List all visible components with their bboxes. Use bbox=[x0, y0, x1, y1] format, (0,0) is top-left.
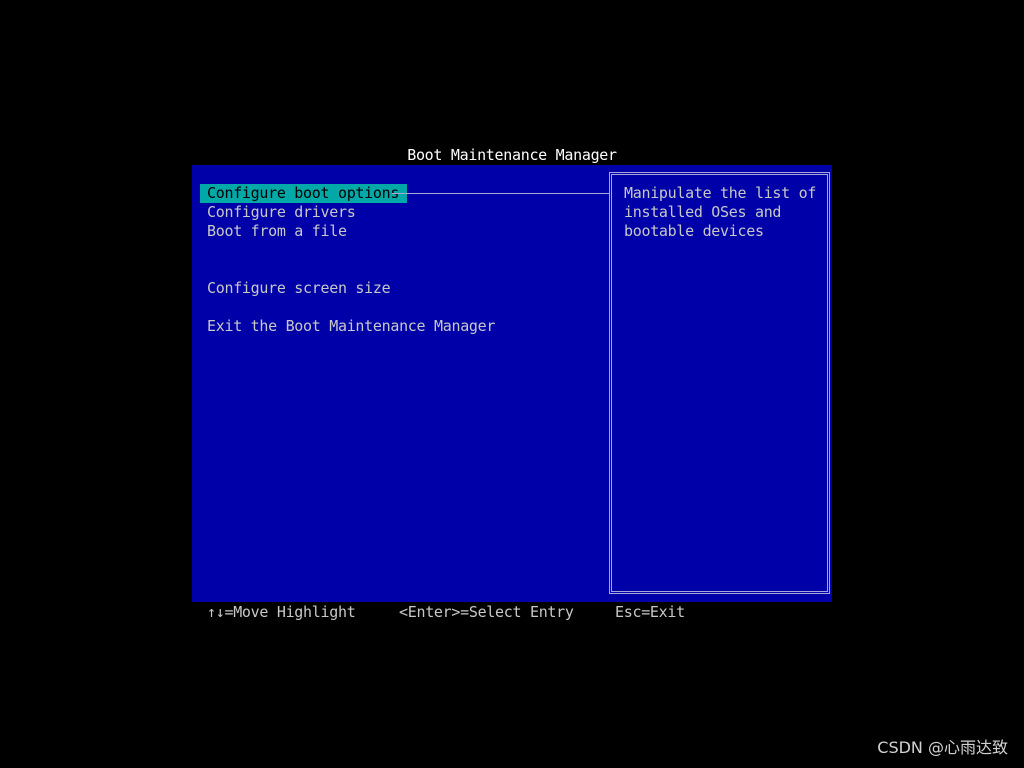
menu-item-configure-screen-size[interactable]: Configure screen size bbox=[200, 279, 398, 298]
footer-exit-hint: Esc=Exit bbox=[615, 603, 685, 621]
menu-item-boot-from-file[interactable]: Boot from a file bbox=[200, 222, 355, 241]
menu-item-exit[interactable]: Exit the Boot Maintenance Manager bbox=[200, 317, 503, 336]
footer-move-hint: ↑↓=Move Highlight bbox=[207, 603, 356, 621]
help-line: installed OSes and bbox=[624, 203, 782, 221]
help-text: Manipulate the list of installed OSes an… bbox=[624, 184, 824, 241]
watermark: CSDN @心雨达致 bbox=[877, 738, 1008, 757]
menu-list: Configure boot options Configure drivers… bbox=[200, 184, 610, 584]
page-title: Boot Maintenance Manager bbox=[407, 146, 617, 164]
help-line: bootable devices bbox=[624, 222, 764, 240]
menu-item-configure-boot-options[interactable]: Configure boot options bbox=[200, 184, 408, 203]
selection-connector-line bbox=[392, 193, 611, 194]
menu-item-configure-drivers[interactable]: Configure drivers bbox=[200, 203, 363, 222]
help-line: Manipulate the list of bbox=[624, 184, 817, 202]
footer-select-hint: <Enter>=Select Entry bbox=[399, 603, 574, 621]
